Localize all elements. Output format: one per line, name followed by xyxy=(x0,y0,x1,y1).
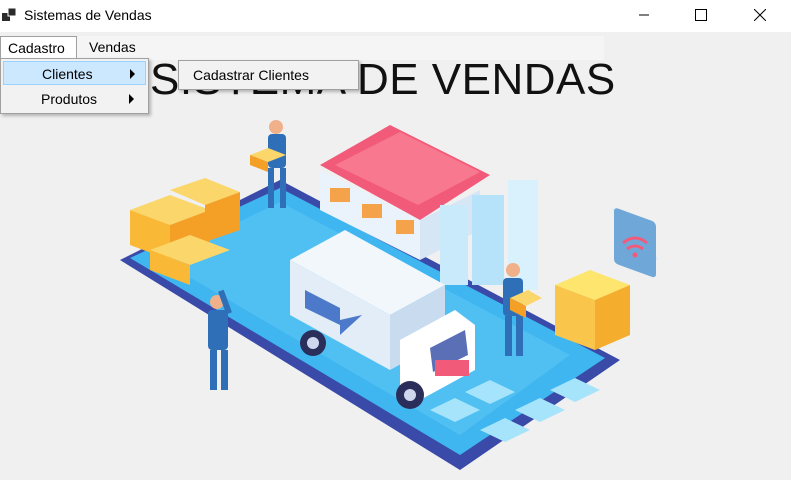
menu-item-produtos[interactable]: Produtos xyxy=(3,87,146,111)
app-icon xyxy=(2,7,17,21)
window-title: Sistemas de Vendas xyxy=(24,7,152,23)
maximize-button[interactable] xyxy=(678,0,724,30)
wifi-card xyxy=(612,208,658,278)
menu-item-clientes-label: Clientes xyxy=(42,66,93,82)
logistics-illustration xyxy=(120,120,658,470)
clientes-submenu: Cadastrar Clientes xyxy=(178,60,359,90)
submenu-arrow-icon xyxy=(129,94,134,104)
close-button[interactable] xyxy=(737,0,783,30)
menu-vendas[interactable]: Vendas xyxy=(82,36,144,60)
close-icon xyxy=(754,9,766,21)
cadastro-dropdown: Clientes Produtos xyxy=(0,58,149,114)
menu-item-produtos-label: Produtos xyxy=(41,91,98,107)
menu-item-cadastrar-clientes-label: Cadastrar Clientes xyxy=(193,67,309,83)
worker-left xyxy=(208,289,232,390)
minimize-button[interactable] xyxy=(621,0,667,30)
submenu-arrow-icon xyxy=(130,69,135,79)
menu-cadastro[interactable]: Cadastro xyxy=(0,36,77,60)
boxes-right xyxy=(555,270,630,350)
minimize-icon xyxy=(639,14,649,16)
title-bar[interactable]: Sistemas de Vendas xyxy=(0,0,791,32)
maximize-icon xyxy=(695,9,707,21)
menu-item-cadastrar-clientes[interactable]: Cadastrar Clientes xyxy=(181,64,356,86)
menu-item-clientes[interactable]: Clientes xyxy=(3,61,146,85)
